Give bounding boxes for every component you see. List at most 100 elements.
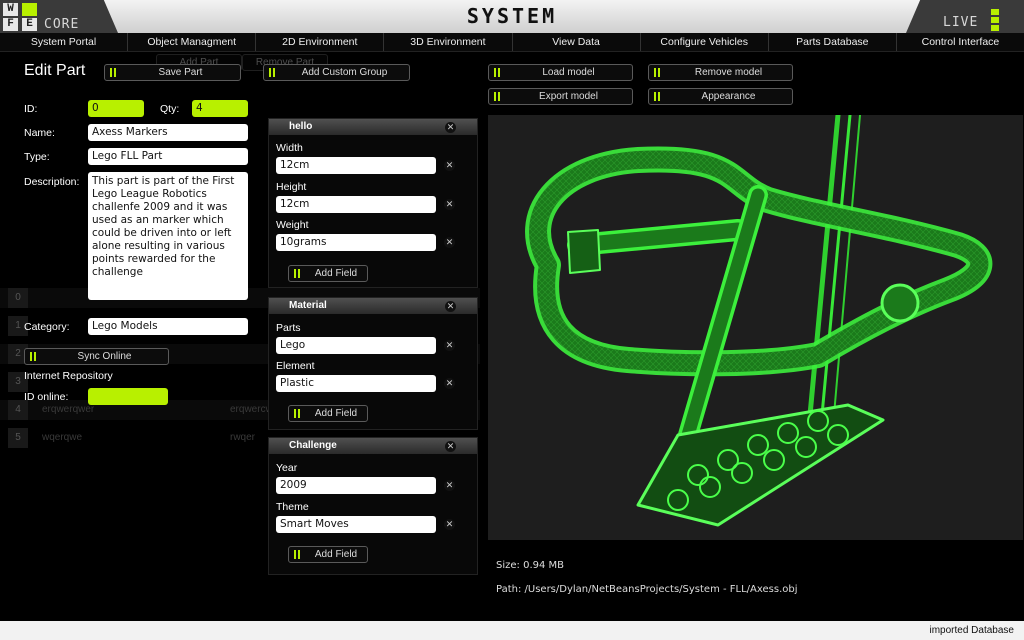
id-field[interactable] — [88, 100, 144, 117]
live-indicator-bar — [991, 17, 999, 23]
grip-icon — [269, 68, 275, 77]
id-online-label: ID online: — [24, 391, 69, 403]
remove-field-icon[interactable]: ✕ — [444, 160, 455, 171]
list-row-number: 0 — [8, 288, 28, 308]
add-field-button[interactable]: Add Field — [288, 405, 368, 422]
save-part-button[interactable]: Save Part — [104, 64, 241, 81]
main-nav: System Portal Object Managment 2D Enviro… — [0, 33, 1024, 52]
grip-icon — [654, 68, 660, 77]
remove-field-icon[interactable]: ✕ — [444, 237, 455, 248]
id-online-field[interactable] — [88, 388, 168, 405]
close-group-icon[interactable]: ✕ — [445, 122, 456, 133]
close-group-icon[interactable]: ✕ — [445, 301, 456, 312]
live-label: LIVE — [943, 15, 979, 30]
status-text: imported Database — [929, 625, 1015, 636]
category-field[interactable] — [88, 318, 248, 335]
grip-icon — [110, 68, 116, 77]
remove-field-icon[interactable]: ✕ — [444, 340, 455, 351]
description-field[interactable]: This part is part of the First Lego Leag… — [88, 172, 248, 300]
load-model-label: Load model — [542, 67, 595, 78]
appearance-label: Appearance — [701, 91, 756, 102]
list-row-text: erqwerqwer — [42, 404, 95, 415]
model-size-text: Size: 0.94 MB — [496, 560, 565, 571]
group-header: hello ✕ — [269, 119, 477, 135]
field-label: Year — [276, 462, 298, 474]
field-label: Weight — [276, 219, 309, 231]
group-field-input[interactable] — [276, 234, 436, 251]
remove-field-icon[interactable]: ✕ — [444, 519, 455, 530]
remove-field-icon[interactable]: ✕ — [444, 480, 455, 491]
tab-system-portal[interactable]: System Portal — [0, 33, 129, 51]
field-label: Width — [276, 142, 303, 154]
status-bar: imported Database — [0, 621, 1024, 640]
grip-icon — [294, 269, 300, 278]
group-field-input[interactable] — [276, 196, 436, 213]
add-field-label: Add Field — [314, 408, 358, 419]
group-title: hello — [289, 121, 313, 132]
model-path-text: Path: /Users/Dylan/NetBeansProjects/Syst… — [496, 584, 798, 595]
add-field-label: Add Field — [314, 268, 358, 279]
group-header: Material ✕ — [269, 298, 477, 314]
live-indicator-bar — [991, 9, 999, 15]
model-viewer[interactable] — [488, 115, 1023, 540]
list-row-text: erqwercw — [230, 404, 273, 415]
group-header: Challenge ✕ — [269, 438, 477, 454]
qty-label: Qty: — [160, 103, 180, 115]
description-label: Description: — [24, 176, 80, 188]
grip-icon — [494, 92, 500, 101]
load-model-button[interactable]: Load model — [488, 64, 633, 81]
save-part-label: Save Part — [158, 67, 203, 78]
group-title: Material — [289, 300, 327, 311]
add-field-button[interactable]: Add Field — [288, 265, 368, 282]
remove-model-button[interactable]: Remove model — [648, 64, 793, 81]
group-field-input[interactable] — [276, 157, 436, 174]
export-model-button[interactable]: Export model — [488, 88, 633, 105]
group-field-input[interactable] — [276, 477, 436, 494]
app-brand-title: SYSTEM — [466, 4, 558, 28]
list-row-text: rwqer — [230, 432, 256, 443]
type-field[interactable] — [88, 148, 248, 165]
group-field-input[interactable] — [276, 516, 436, 533]
tab-parts-database[interactable]: Parts Database — [769, 33, 897, 51]
grip-icon — [294, 409, 300, 418]
group-field-input[interactable] — [276, 375, 436, 392]
page-title: Edit Part — [24, 62, 86, 79]
grip-icon — [30, 352, 36, 361]
add-field-button[interactable]: Add Field — [288, 546, 368, 563]
field-label: Theme — [276, 501, 309, 513]
tab-3d-environment[interactable]: 3D Environment — [384, 33, 513, 51]
export-model-label: Export model — [539, 91, 598, 102]
add-custom-group-label: Add Custom Group — [301, 67, 388, 78]
grip-icon — [654, 92, 660, 101]
category-label: Category: — [24, 321, 70, 333]
internet-repository-label: Internet Repository — [24, 370, 113, 382]
list-row-number: 4 — [8, 400, 28, 420]
tab-view-data[interactable]: View Data — [513, 33, 641, 51]
list-row-text: wqerqwe — [42, 432, 83, 443]
add-custom-group-button[interactable]: Add Custom Group — [263, 64, 410, 81]
field-label: Parts — [276, 322, 301, 334]
sync-online-label: Sync Online — [77, 351, 132, 362]
tab-object-managment[interactable]: Object Managment — [128, 33, 257, 51]
remove-field-icon[interactable]: ✕ — [444, 378, 455, 389]
qty-field[interactable] — [192, 100, 248, 117]
group-field-input[interactable] — [276, 337, 436, 354]
remove-model-label: Remove model — [694, 67, 763, 78]
name-field[interactable] — [88, 124, 248, 141]
name-label: Name: — [24, 127, 55, 139]
close-group-icon[interactable]: ✕ — [445, 441, 456, 452]
group-title: Challenge — [289, 440, 337, 451]
appearance-button[interactable]: Appearance — [648, 88, 793, 105]
tab-2d-environment[interactable]: 2D Environment — [256, 33, 385, 51]
remove-field-icon[interactable]: ✕ — [444, 199, 455, 210]
field-label: Element — [276, 360, 315, 372]
sync-online-button[interactable]: Sync Online — [24, 348, 169, 365]
grip-icon — [294, 550, 300, 559]
type-label: Type: — [24, 151, 50, 163]
list-row-number: 5 — [8, 428, 28, 448]
tab-configure-vehicles[interactable]: Configure Vehicles — [641, 33, 769, 51]
wireframe-model — [525, 115, 993, 527]
field-label: Height — [276, 181, 307, 193]
tab-control-interface[interactable]: Control Interface — [897, 33, 1024, 51]
live-indicator-bar — [991, 25, 999, 31]
